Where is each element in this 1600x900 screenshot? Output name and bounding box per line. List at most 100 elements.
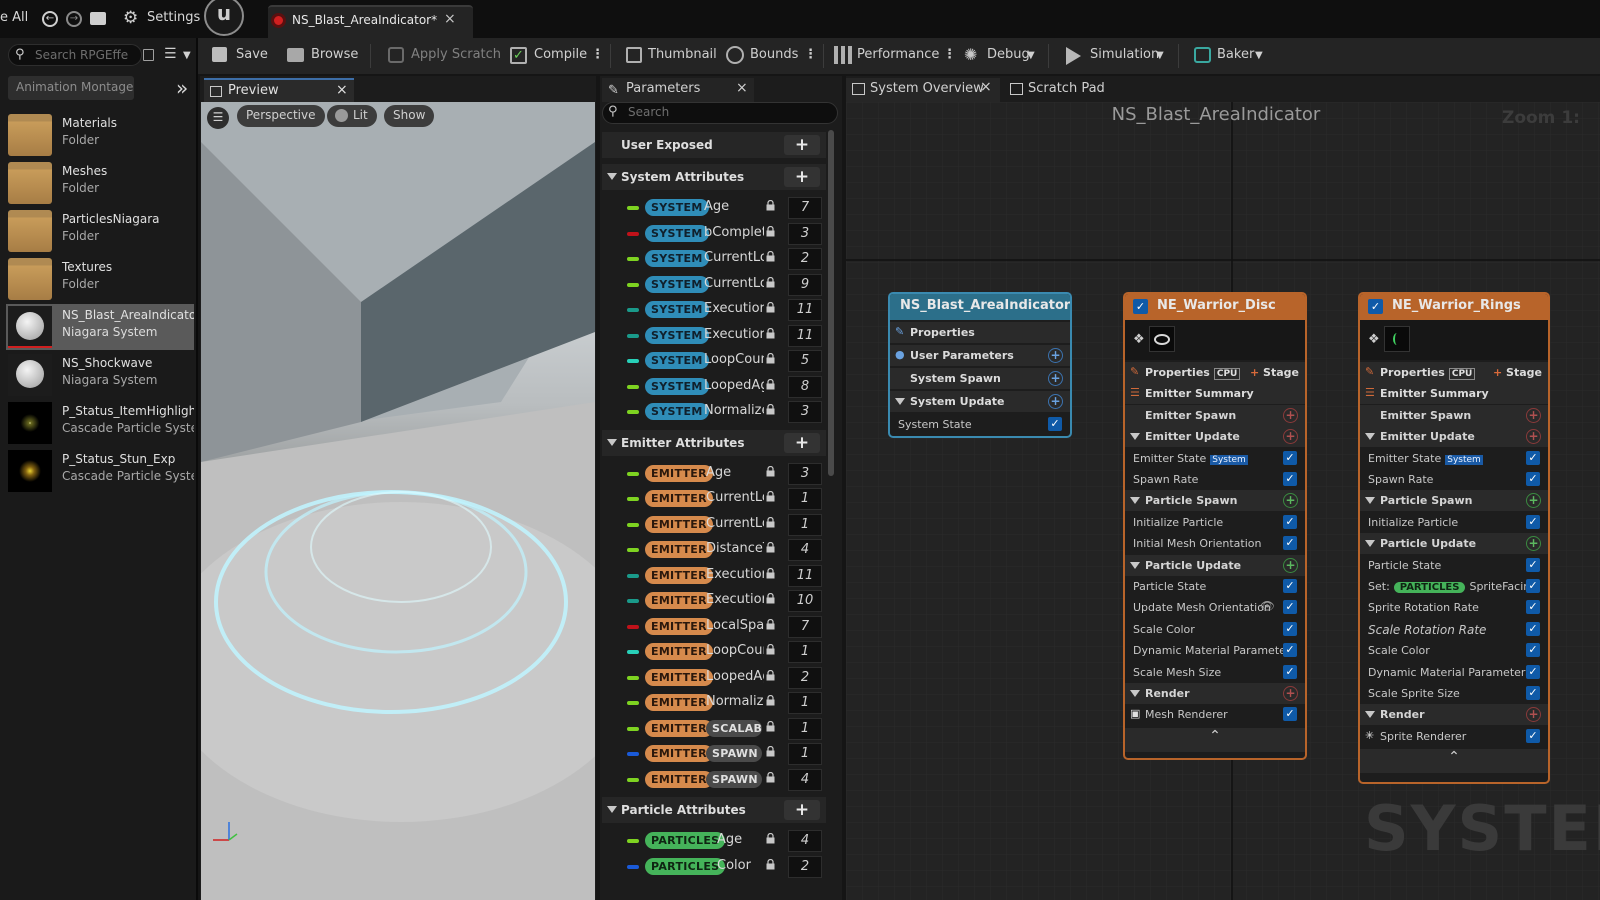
expand-icon[interactable]: » — [176, 76, 188, 100]
add-module-icon[interactable]: + — [1526, 707, 1541, 723]
node-row[interactable]: Emitter Spawn + — [1360, 404, 1548, 426]
close-icon[interactable]: × — [444, 11, 456, 27]
enable-checkbox[interactable]: ✓ — [1526, 514, 1540, 529]
node-row[interactable]: Particle Spawn + — [1125, 490, 1305, 512]
asset-item[interactable]: Materials Folder — [6, 112, 194, 158]
parameter-row[interactable]: EMITTER Executior 11 — [602, 564, 826, 588]
collapse-node-button[interactable]: ⌃ — [1125, 727, 1305, 752]
simulation-dropdown[interactable]: Simulation — [1090, 47, 1159, 62]
enable-checkbox[interactable]: ✓ — [1283, 600, 1297, 615]
parameter-row[interactable]: SYSTEM CurrentLo 2 — [602, 247, 826, 271]
node-row[interactable]: Particle State ✓ — [1125, 576, 1305, 597]
add-module-icon[interactable]: + — [1526, 429, 1541, 445]
collapse-icon[interactable] — [1365, 497, 1375, 505]
node-row[interactable]: Set: PARTICLES SpriteFacing ✓ — [1360, 576, 1548, 597]
unreal-logo-icon[interactable]: u — [204, 0, 244, 36]
node-row[interactable]: ✳ Sprite Renderer ✓ — [1360, 726, 1548, 747]
add-module-icon[interactable]: + — [1283, 407, 1298, 423]
node-row[interactable]: Dynamic Material Parameters ✓ — [1125, 640, 1305, 661]
parameter-row[interactable]: EMITTERLoopCoun 1 — [602, 640, 826, 664]
enable-checkbox[interactable]: ✓ — [1283, 514, 1297, 529]
filter-icon[interactable]: ☰ — [164, 46, 177, 62]
enable-checkbox[interactable]: ✓ — [1368, 299, 1383, 314]
lit-button[interactable]: Lit — [327, 105, 377, 127]
node-row[interactable]: ▣ Mesh Renderer ✓ — [1125, 704, 1305, 725]
section-user-exposed[interactable]: User Exposed + — [602, 132, 826, 158]
eye-icon[interactable]: 👁 — [1260, 599, 1275, 613]
parameter-row[interactable]: EMITTERSPAWN RA 1 — [602, 742, 826, 766]
add-parameter-button[interactable]: + — [784, 800, 820, 820]
tab-system-overview[interactable]: System Overview × — [846, 78, 1000, 102]
asset-item[interactable]: NS_Shockwave Niagara System — [6, 352, 194, 398]
thumbnail-button[interactable]: Thumbnail — [648, 47, 717, 62]
node-row[interactable]: Emitter State System ✓ — [1125, 448, 1305, 469]
add-module-icon[interactable]: + — [1526, 493, 1541, 509]
collapse-icon[interactable] — [895, 398, 905, 405]
parameter-value[interactable]: 2 — [788, 248, 822, 270]
save-button[interactable]: Save — [236, 47, 268, 62]
add-stage-button[interactable]: + Stage — [1250, 366, 1299, 379]
parameter-row[interactable]: EMITTERSCALABILI 1 — [602, 717, 826, 741]
parameter-value[interactable]: 5 — [788, 350, 822, 372]
scrollbar[interactable] — [828, 130, 834, 476]
collapse-icon[interactable] — [607, 806, 617, 813]
browse-all-tab[interactable]: e All — [0, 10, 28, 25]
parameter-value[interactable]: 9 — [788, 273, 822, 296]
parameter-row[interactable]: PARTICLES Color 2 — [602, 855, 826, 879]
parameter-value[interactable]: 3 — [788, 462, 822, 485]
parameter-row[interactable]: SYSTEM Executior 11 — [602, 298, 826, 322]
enable-checkbox[interactable]: ✓ — [1283, 707, 1297, 722]
filter-chip-animation-montage[interactable]: Animation Montage — [8, 76, 134, 100]
parameter-value[interactable]: 7 — [788, 197, 822, 219]
save-search-icon[interactable] — [143, 49, 154, 61]
debug-dropdown[interactable]: Debug — [987, 47, 1030, 62]
enable-checkbox[interactable]: ✓ — [1526, 557, 1540, 572]
parameter-row[interactable]: SYSTEMLoopCount 5 — [602, 349, 826, 373]
node-row[interactable]: Scale Sprite Size ✓ — [1360, 683, 1548, 704]
node-row[interactable]: Update Mesh Orientation ✓ 👁 — [1125, 597, 1305, 618]
parameter-value[interactable]: 11 — [788, 299, 822, 321]
node-row[interactable]: Particle Update + — [1125, 554, 1305, 576]
parameter-row[interactable]: EMITTERLoopedAg 2 — [602, 666, 826, 690]
viewport-menu-icon[interactable]: ☰ — [207, 107, 229, 129]
node-row[interactable]: Scale Mesh Size ✓ — [1125, 662, 1305, 683]
node-row[interactable]: Render + — [1125, 683, 1305, 704]
system-properties-row[interactable]: ✎ Properties — [890, 322, 1070, 343]
node-row[interactable]: ✎ Properties CPU + Stage — [1360, 362, 1548, 383]
node-row[interactable]: Sprite Rotation Rate ✓ — [1360, 597, 1548, 618]
enable-checkbox[interactable]: ✓ — [1526, 579, 1540, 593]
add-module-icon[interactable]: + — [1283, 493, 1298, 509]
section-particle-attributes[interactable]: Particle Attributes + — [602, 797, 826, 823]
baker-dropdown[interactable]: Baker — [1217, 47, 1254, 62]
enable-checkbox[interactable]: ✓ — [1283, 579, 1297, 593]
parameter-value[interactable]: 11 — [788, 324, 822, 347]
add-stage-button[interactable]: + Stage — [1493, 366, 1542, 379]
parameter-row[interactable]: SYSTEMbComplete 3 — [602, 222, 826, 246]
parameter-row[interactable]: EMITTER CurrentLo 1 — [602, 513, 826, 537]
parameter-value[interactable]: 1 — [788, 488, 822, 510]
content-search-input[interactable]: ⚲ Search RPGEffe — [8, 44, 142, 66]
parameter-value[interactable]: 10 — [788, 590, 822, 612]
asset-editor-tab[interactable]: NS_Blast_AreaIndicator* × — [268, 5, 473, 38]
parameter-value[interactable]: 4 — [788, 539, 822, 561]
enable-checkbox[interactable]: ✓ — [1526, 664, 1540, 679]
parameter-row[interactable]: PARTICLES Age 4 — [602, 829, 826, 853]
parameters-search-input[interactable]: ⚲ Search — [602, 102, 838, 124]
asset-item[interactable]: P_Status_Stun_Exp Cascade Particle Syste… — [6, 448, 194, 494]
add-module-icon[interactable]: + — [1048, 394, 1063, 409]
collapse-icon[interactable] — [1365, 540, 1375, 548]
parameter-value[interactable]: 3 — [788, 401, 822, 423]
tab-scratch-pad[interactable]: Scratch Pad — [1004, 78, 1114, 102]
parameter-value[interactable]: 1 — [788, 743, 822, 765]
add-parameter-button[interactable]: + — [784, 432, 820, 453]
node-row[interactable]: Dynamic Material Parameters ✓ — [1360, 662, 1548, 683]
parameter-value[interactable]: 1 — [788, 692, 822, 714]
collapse-icon[interactable] — [1130, 497, 1140, 505]
node-row[interactable]: Scale Color ✓ — [1360, 640, 1548, 661]
parameter-value[interactable]: 4 — [788, 768, 822, 791]
asset-item[interactable]: Textures Folder — [6, 256, 194, 302]
apply-scratch-button[interactable]: Apply Scratch — [411, 47, 501, 62]
enable-checkbox[interactable]: ✓ — [1048, 417, 1062, 431]
parameter-row[interactable]: SYSTEM Age 7 — [602, 196, 826, 220]
node-row[interactable]: Particle State ✓ — [1360, 555, 1548, 576]
